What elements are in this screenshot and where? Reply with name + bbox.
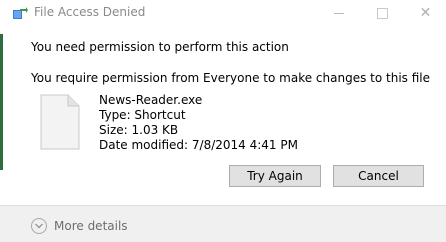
chevron-down-icon[interactable] [31,218,47,234]
details-footer: More details [0,205,446,242]
file-date-modified: Date modified: 7/8/2014 4:41 PM [99,138,298,152]
window-edge-accent [0,34,3,170]
permission-heading: You need permission to perform this acti… [31,40,289,54]
more-details-toggle[interactable]: More details [54,219,128,233]
minimize-icon [333,12,344,14]
maximize-button[interactable] [360,0,405,26]
permission-arrow-icon [12,6,28,20]
minimize-button[interactable] [316,0,361,26]
file-details: News-Reader.exe Type: Shortcut Size: 1.0… [99,93,298,153]
try-again-button[interactable]: Try Again [229,165,321,187]
title-bar[interactable]: File Access Denied ✕ [0,0,446,26]
cancel-button[interactable]: Cancel [333,165,424,187]
file-name: News-Reader.exe [99,93,203,107]
maximize-icon [377,7,388,19]
window-title: File Access Denied [34,5,146,19]
close-button[interactable]: ✕ [403,0,446,26]
file-type: Type: Shortcut [99,108,186,122]
permission-subheading: You require permission from Everyone to … [31,71,431,85]
file-size: Size: 1.03 KB [99,123,179,137]
close-icon: ✕ [419,5,432,21]
blank-document-icon [40,94,80,150]
